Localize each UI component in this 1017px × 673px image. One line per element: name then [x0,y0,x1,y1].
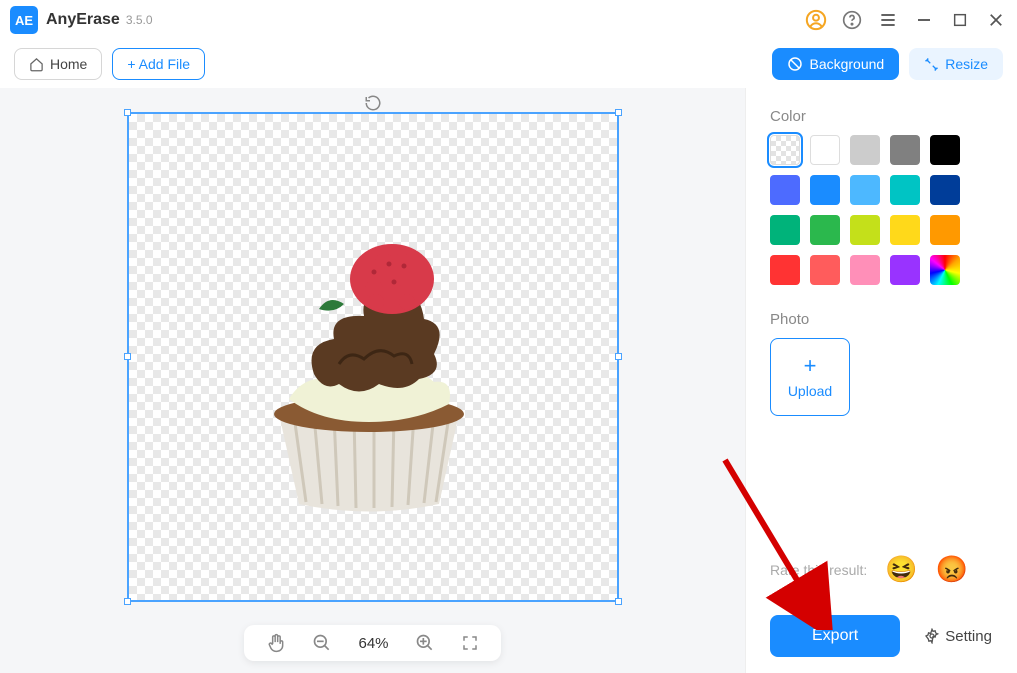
upload-photo-button[interactable]: + Upload [770,338,850,416]
setting-button[interactable]: Setting [924,628,992,645]
photo-section-title: Photo [770,311,993,328]
swatch-orange[interactable] [930,215,960,245]
zoom-out-icon[interactable] [312,633,332,653]
home-button[interactable]: Home [14,48,102,80]
help-icon[interactable] [841,9,863,31]
swatch-lime[interactable] [850,215,880,245]
swatch-blue[interactable] [770,175,800,205]
plus-icon: + [804,355,817,377]
resize-handle-ml[interactable] [124,353,131,360]
add-file-button-label: + Add File [127,56,190,72]
bottom-actions: Export Setting [770,615,993,657]
rate-happy-icon[interactable]: 😆 [885,554,917,585]
swatch-navy[interactable] [930,175,960,205]
app-name: AnyErase [46,11,120,29]
background-button-label: Background [809,56,884,72]
canvas-image[interactable] [244,224,494,514]
canvas-area: 64% [0,88,745,673]
maximize-icon[interactable] [949,9,971,31]
zoom-in-icon[interactable] [415,633,435,653]
account-icon[interactable] [805,9,827,31]
rate-label: Rate this result: [770,562,867,578]
title-bar-controls [805,9,1007,31]
swatch-cyan[interactable] [890,175,920,205]
side-panel: Color Photo + Upload [745,88,1017,673]
swatch-transparent[interactable] [770,135,800,165]
resize-button[interactable]: Resize [909,48,1003,80]
color-section-title: Color [770,108,993,125]
swatch-black[interactable] [930,135,960,165]
swatch-sky[interactable] [810,175,840,205]
title-bar: AE AnyErase 3.5.0 [0,0,1017,40]
canvas-controls: 64% [244,625,500,661]
color-swatches [770,135,993,285]
canvas-viewport [0,88,745,625]
resize-handle-tr[interactable] [615,109,622,116]
menu-icon[interactable] [877,9,899,31]
toolbar: Home + Add File Background Resize [0,40,1017,88]
image-canvas[interactable] [127,112,619,602]
swatch-pink[interactable] [850,255,880,285]
zoom-value: 64% [358,635,388,652]
swatch-color-picker[interactable] [930,255,960,285]
add-file-button[interactable]: + Add File [112,48,205,80]
swatch-white[interactable] [810,135,840,165]
app-logo: AE [10,6,38,34]
resize-handle-bl[interactable] [124,598,131,605]
swatch-green[interactable] [810,215,840,245]
rate-row: Rate this result: 😆 😡 [770,554,993,585]
upload-label: Upload [788,383,832,399]
swatch-light-gray[interactable] [850,135,880,165]
swatch-lightblue[interactable] [850,175,880,205]
rotate-handle-icon[interactable] [364,94,382,112]
pan-tool-icon[interactable] [266,633,286,653]
app-version: 3.5.0 [126,13,153,27]
rate-sad-icon[interactable]: 😡 [936,554,968,585]
resize-button-label: Resize [945,56,988,72]
swatch-teal[interactable] [770,215,800,245]
fullscreen-icon[interactable] [461,634,479,652]
swatch-gray[interactable] [890,135,920,165]
main-area: 64% Color [0,88,1017,673]
swatch-coral[interactable] [810,255,840,285]
home-button-label: Home [50,56,87,72]
close-icon[interactable] [985,9,1007,31]
minimize-icon[interactable] [913,9,935,31]
swatch-yellow[interactable] [890,215,920,245]
resize-handle-mr[interactable] [615,353,622,360]
swatch-red[interactable] [770,255,800,285]
export-button[interactable]: Export [770,615,900,657]
background-button[interactable]: Background [772,48,899,80]
resize-handle-br[interactable] [615,598,622,605]
resize-handle-tl[interactable] [124,109,131,116]
swatch-purple[interactable] [890,255,920,285]
setting-label: Setting [945,628,992,645]
export-button-label: Export [812,627,858,644]
